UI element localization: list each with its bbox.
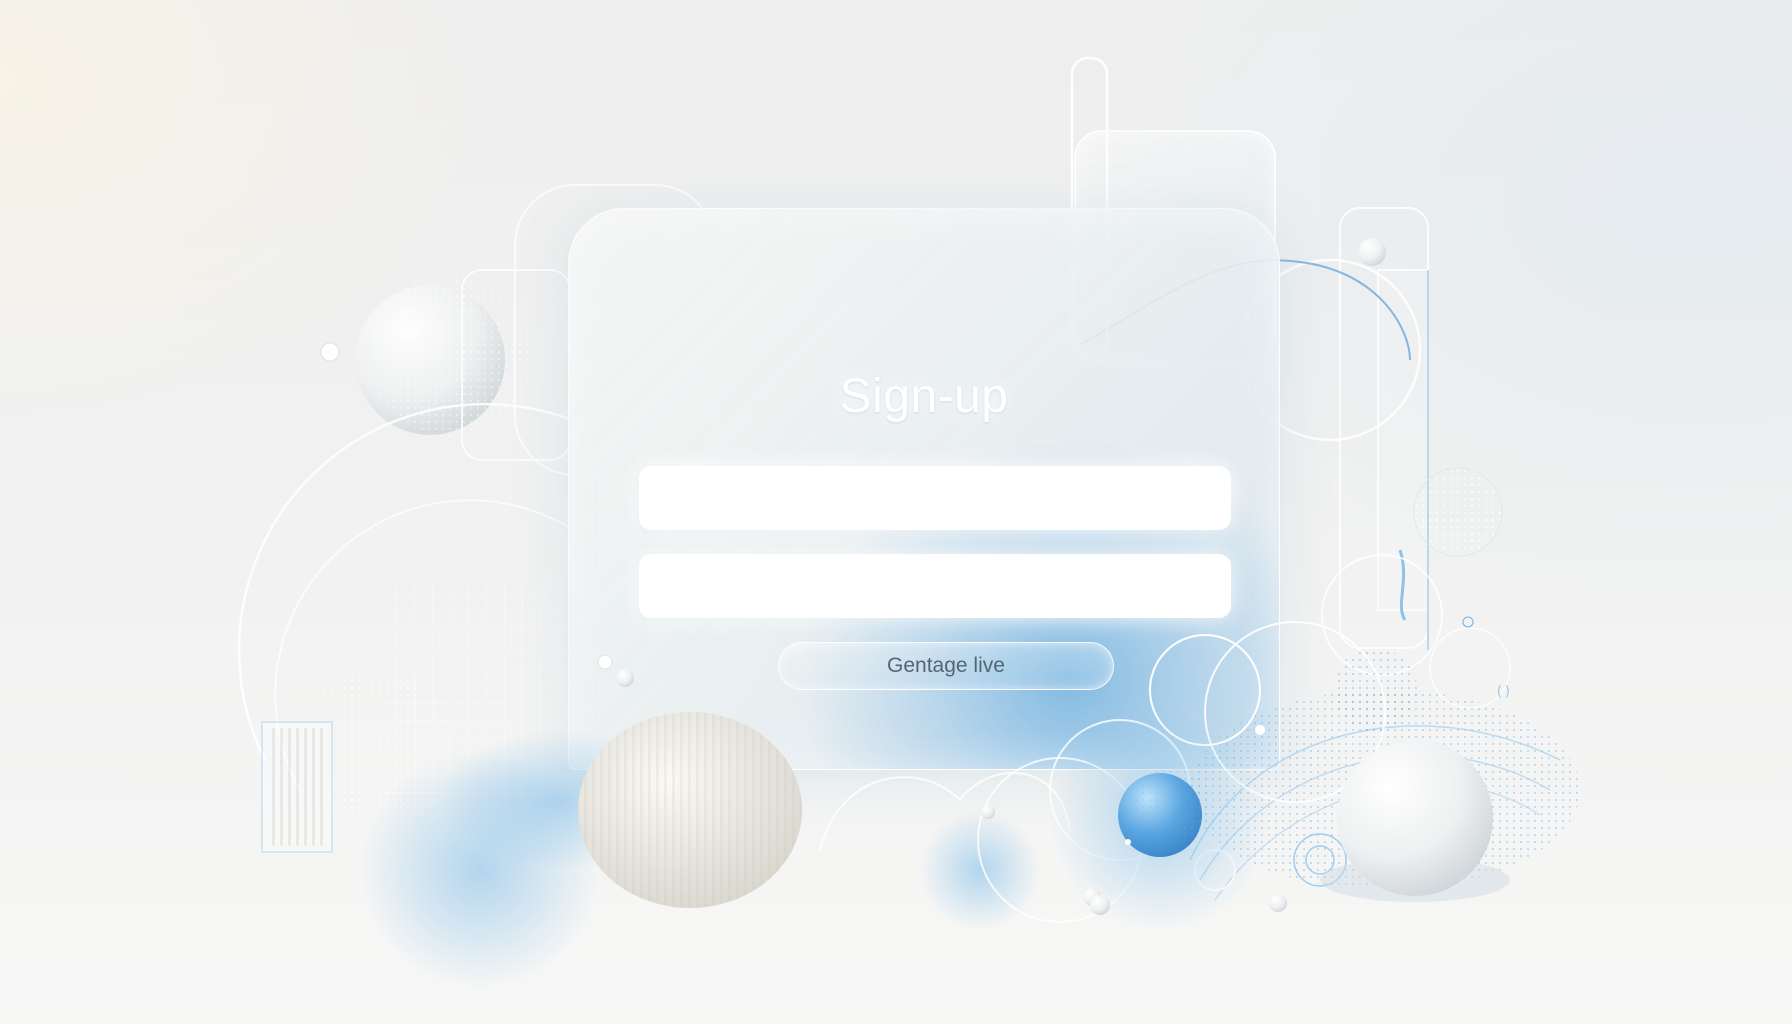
signup-scene: () Sign-up Gentage live xyxy=(0,0,1792,1024)
svg-text:(): () xyxy=(1495,684,1512,700)
signup-field-1[interactable] xyxy=(639,466,1231,530)
signup-card: Sign-up Gentage live xyxy=(568,208,1280,770)
signup-title: Sign-up xyxy=(839,370,1009,423)
signup-field-2[interactable] xyxy=(639,554,1231,618)
submit-button[interactable]: Gentage live xyxy=(778,642,1114,690)
